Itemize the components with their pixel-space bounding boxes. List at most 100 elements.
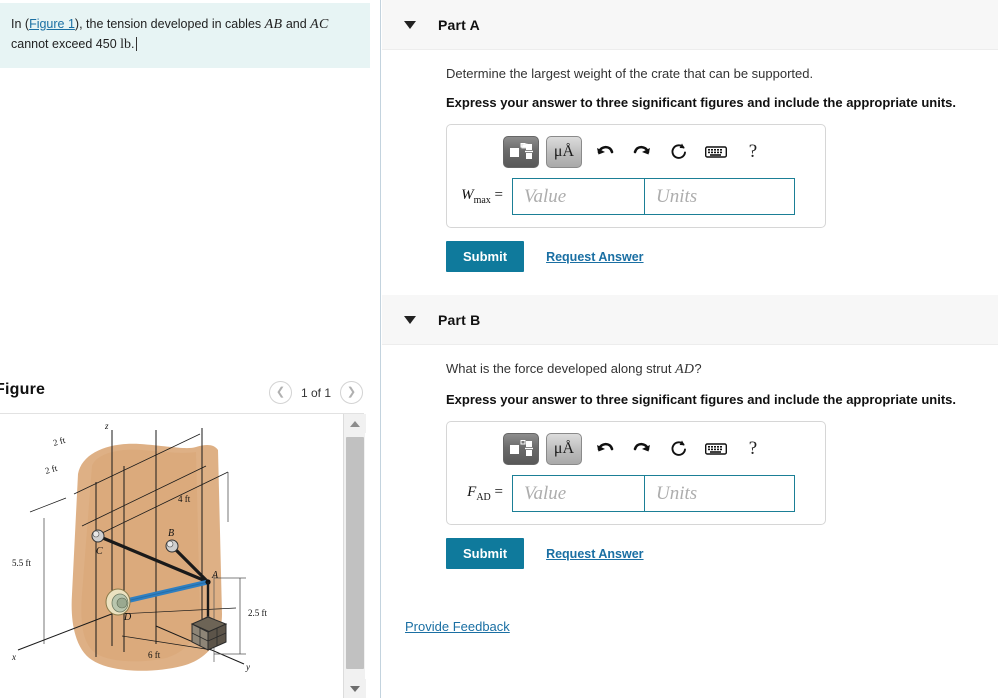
part-b-submit-button[interactable]: Submit — [446, 538, 525, 569]
dimension-2ft-lower: 2 ft — [44, 463, 59, 476]
help-label: ? — [748, 438, 758, 459]
figure-panel-title: Figure — [0, 381, 46, 398]
part-b-body: What is the force developed along strut … — [382, 345, 998, 569]
figure-pager: ❮ 1 of 1 ❯ — [268, 381, 363, 404]
part-b-label-base: F — [467, 484, 477, 500]
redo-arrow-icon[interactable] — [626, 434, 658, 464]
axis-label-x: x — [11, 652, 16, 662]
part-b-equals: = — [494, 484, 503, 500]
text-caret — [135, 37, 140, 52]
keyboard-icon[interactable] — [700, 137, 732, 167]
figure-pager-label: 1 of 1 — [300, 385, 331, 400]
part-a-label-sub: max — [473, 195, 491, 206]
units-label: μÅ — [553, 143, 575, 160]
cable-ac-label: AC — [310, 17, 329, 32]
part-a-request-answer-link[interactable]: Request Answer — [546, 250, 643, 264]
part-a-answer-label: Wmax = — [460, 187, 512, 206]
part-a-header[interactable]: Part A — [382, 0, 998, 50]
part-a-actions: Submit Request Answer — [446, 241, 998, 272]
part-b-answer-label: FAD = — [460, 484, 512, 503]
units-icon[interactable]: μÅ — [546, 433, 582, 465]
problem-page: In (Figure 1), the tension developed in … — [0, 0, 998, 698]
part-a-value-input[interactable]: Value — [512, 178, 645, 215]
part-a-question: Determine the largest weight of the crat… — [446, 66, 814, 81]
part-b-section: Part B What is the force developed along… — [382, 295, 998, 569]
strut-ad-label: AD — [675, 362, 695, 377]
figure-scrollbar[interactable] — [343, 414, 366, 698]
caret-down-icon[interactable] — [404, 20, 416, 29]
undo-arrow-icon[interactable] — [589, 434, 621, 464]
keyboard-icon[interactable] — [700, 434, 732, 464]
dimension-4ft: 4 ft — [178, 494, 191, 504]
chevron-right-icon: ❯ — [346, 386, 357, 398]
part-b-question-suffix: ? — [694, 361, 702, 376]
help-question-icon[interactable]: ? — [737, 137, 769, 167]
provide-feedback-link[interactable]: Provide Feedback — [405, 619, 510, 634]
part-a-instruction: Express your answer to three significant… — [446, 95, 956, 110]
part-a-section: Part A Determine the largest weight of t… — [382, 0, 998, 272]
statics-diagram: z 2 ft 2 ft 4 ft 5.5 ft x y 6 ft 2.5 ft … — [11, 421, 267, 672]
left-panel: In (Figure 1), the tension developed in … — [0, 0, 381, 698]
part-b-label-sub: AD — [476, 492, 491, 503]
point-label-a: A — [211, 570, 219, 581]
part-b-question-prefix: What is the force developed along strut — [446, 361, 676, 376]
caret-down-icon[interactable] — [404, 315, 416, 324]
triangle-down-icon — [350, 685, 360, 692]
part-a-submit-button[interactable]: Submit — [446, 241, 525, 272]
dimension-2.5ft: 2.5 ft — [248, 608, 267, 618]
dimension-5.5ft: 5.5 ft — [12, 558, 31, 568]
part-b-instruction: Express your answer to three significant… — [446, 392, 956, 407]
redo-arrow-icon[interactable] — [626, 137, 658, 167]
problem-text-before: In ( — [11, 17, 30, 31]
figure-scroll-up-button[interactable] — [344, 414, 366, 433]
figure-next-button[interactable]: ❯ — [340, 381, 363, 404]
units-label: μÅ — [553, 440, 575, 457]
part-b-actions: Submit Request Answer — [446, 538, 998, 569]
problem-line2-prefix: cannot exceed 450 — [11, 37, 121, 52]
part-b-answer-box: μÅ ? FAD = Value Units — [446, 421, 826, 525]
math-template-icon[interactable] — [503, 433, 539, 465]
part-b-question: What is the force developed along strut … — [446, 361, 998, 378]
part-a-answer-box: μÅ ? Wmax = Value Units — [446, 124, 826, 228]
problem-line2-suffix: . — [131, 37, 135, 52]
units-icon[interactable]: μÅ — [546, 136, 582, 168]
math-template-icon[interactable] — [503, 136, 539, 168]
part-a-units-input[interactable]: Units — [645, 178, 795, 215]
point-label-d: D — [123, 612, 132, 623]
part-a-body: Determine the largest weight of the crat… — [382, 50, 998, 272]
right-panel: Part A Determine the largest weight of t… — [382, 0, 998, 698]
part-a-answer-row: Wmax = Value Units — [457, 178, 815, 215]
part-b-toolbar: μÅ ? — [457, 431, 815, 475]
figure-viewport[interactable]: z 2 ft 2 ft 4 ft 5.5 ft x y 6 ft 2.5 ft … — [0, 413, 364, 698]
part-b-header[interactable]: Part B — [382, 295, 998, 345]
part-b-value-input[interactable]: Value — [512, 475, 645, 512]
figure-1-link[interactable]: Figure 1 — [29, 17, 75, 31]
axis-label-z: z — [104, 421, 109, 431]
figure-scroll-thumb[interactable] — [346, 437, 364, 669]
dimension-2ft-upper: 2 ft — [52, 435, 67, 448]
part-a-label-base: W — [461, 187, 474, 203]
help-question-icon[interactable]: ? — [737, 434, 769, 464]
part-b-title: Part B — [438, 311, 481, 328]
part-b-units-input[interactable]: Units — [645, 475, 795, 512]
part-b-answer-row: FAD = Value Units — [457, 475, 815, 512]
crate-icon — [190, 616, 228, 651]
figure-scroll-down-button[interactable] — [344, 679, 366, 698]
part-a-toolbar: μÅ ? — [457, 134, 815, 178]
figure-prev-button[interactable]: ❮ — [268, 381, 292, 404]
reset-circle-icon[interactable] — [663, 434, 695, 464]
reset-circle-icon[interactable] — [663, 137, 695, 167]
part-a-title: Part A — [438, 16, 480, 33]
part-b-request-answer-link[interactable]: Request Answer — [546, 547, 643, 561]
triangle-up-icon — [350, 420, 360, 427]
problem-conjunction: and — [282, 17, 311, 31]
part-a-equals: = — [494, 187, 503, 203]
undo-arrow-icon[interactable] — [589, 137, 621, 167]
problem-statement: In (Figure 1), the tension developed in … — [0, 3, 370, 68]
problem-text-after: ), the tension developed in cables — [74, 17, 265, 31]
help-label: ? — [748, 141, 758, 162]
dimension-6ft: 6 ft — [148, 650, 161, 660]
axis-label-y: y — [245, 662, 250, 672]
cable-ab-label: AB — [264, 17, 283, 32]
chevron-left-icon: ❮ — [275, 386, 286, 398]
